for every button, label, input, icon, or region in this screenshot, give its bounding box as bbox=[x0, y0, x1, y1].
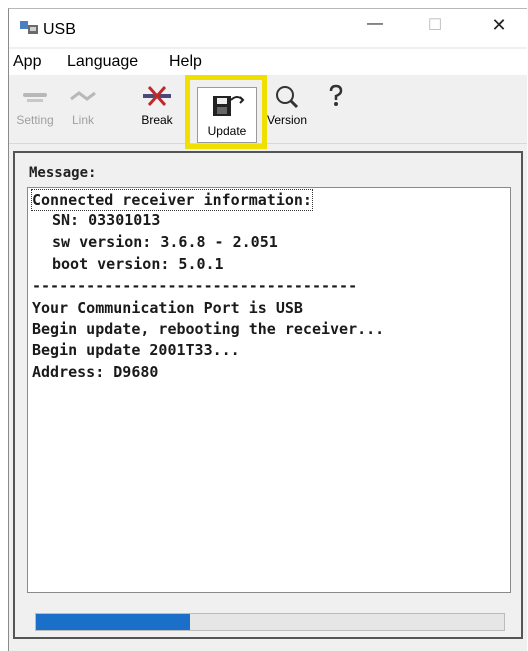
floppy-icon bbox=[213, 96, 245, 116]
log-line: boot version: 5.0.1 bbox=[52, 255, 224, 273]
setting-icon bbox=[23, 93, 47, 102]
menu-bar: App Language Help bbox=[9, 49, 527, 75]
update-label: Update bbox=[207, 124, 247, 138]
progress-bar bbox=[35, 613, 505, 631]
setting-button[interactable]: Setting bbox=[13, 83, 57, 139]
log-line: Connected receiver information: bbox=[31, 189, 313, 211]
progress-fill bbox=[36, 614, 191, 630]
log-line: Begin update, rebooting the receiver... bbox=[32, 320, 385, 338]
log-line: Begin update 2001T33... bbox=[32, 341, 240, 359]
app-icon bbox=[20, 21, 38, 34]
log-line: Address: D9680 bbox=[32, 363, 159, 381]
message-label: Message: bbox=[29, 165, 97, 181]
log-line: sw version: 3.6.8 - 2.051 bbox=[52, 233, 278, 251]
magnifier-icon bbox=[276, 86, 299, 109]
help-button[interactable] bbox=[321, 83, 351, 139]
message-log[interactable]: Connected receiver information: SN: 0330… bbox=[27, 187, 511, 593]
menu-app[interactable]: App bbox=[13, 53, 41, 71]
log-line: SN: 03301013 bbox=[52, 211, 161, 229]
break-label: Break bbox=[141, 113, 173, 127]
maximize-button[interactable]: ☐ bbox=[415, 15, 455, 43]
message-panel: Message: Connected receiver information:… bbox=[13, 151, 523, 639]
link-icon bbox=[70, 91, 96, 101]
version-button[interactable]: Version bbox=[263, 83, 311, 139]
minimize-button[interactable]: — bbox=[355, 15, 395, 43]
menu-language[interactable]: Language bbox=[67, 53, 138, 71]
close-button[interactable]: ✕ bbox=[479, 15, 519, 43]
setting-label: Setting bbox=[16, 113, 54, 127]
break-icon bbox=[143, 86, 171, 106]
question-icon bbox=[329, 84, 343, 106]
version-label: Version bbox=[266, 113, 308, 127]
main-window: USB — ☐ ✕ App Language Help Setting Link bbox=[8, 8, 527, 651]
update-button[interactable]: Update bbox=[197, 87, 257, 143]
menu-help[interactable]: Help bbox=[169, 53, 202, 71]
link-label: Link bbox=[71, 113, 94, 127]
link-button[interactable]: Link bbox=[61, 83, 105, 139]
log-separator: ------------------------------------ bbox=[32, 277, 358, 295]
break-button[interactable]: Break bbox=[135, 83, 179, 139]
title-bar: USB — ☐ ✕ bbox=[9, 9, 527, 47]
window-title: USB bbox=[43, 21, 76, 38]
toolbar: Setting Link Break Version bbox=[9, 75, 527, 144]
log-line: Your Communication Port is USB bbox=[32, 299, 303, 317]
